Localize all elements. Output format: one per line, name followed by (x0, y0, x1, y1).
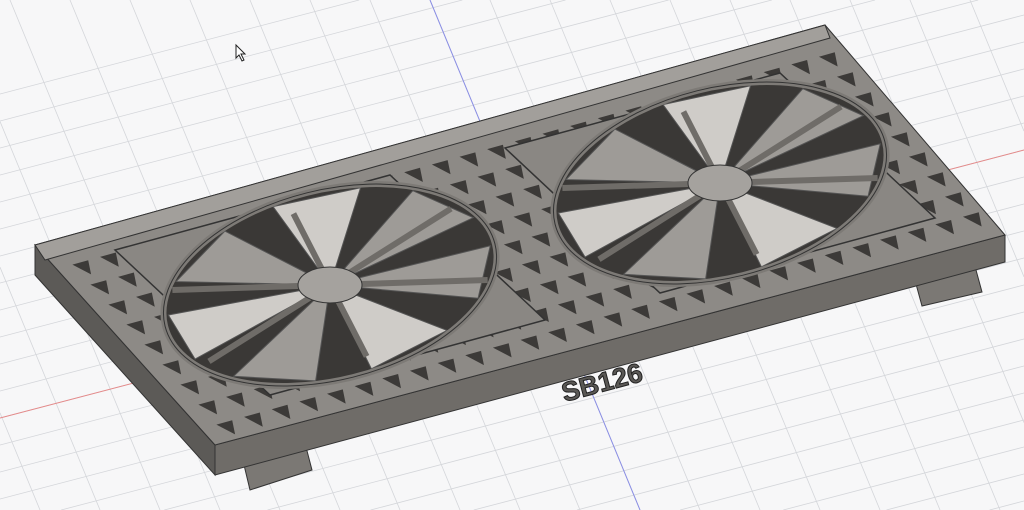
grid-line (0, 0, 360, 95)
grid-line (886, 473, 1024, 510)
grid-line (473, 365, 1024, 510)
grid-line (969, 0, 1024, 132)
fan-mount-model[interactable]: SB126 (34, 24, 1006, 491)
grid-line (576, 392, 1024, 510)
grid-line (783, 446, 1024, 510)
scene: SB126 (0, 0, 1024, 510)
fan-hub (297, 266, 363, 304)
grid-line (680, 419, 1024, 510)
grid-line (0, 412, 41, 510)
grid-line (989, 500, 1024, 510)
fan-hub (687, 164, 753, 202)
grid-line (0, 0, 463, 122)
3d-viewport[interactable]: SB126 (0, 0, 1024, 510)
